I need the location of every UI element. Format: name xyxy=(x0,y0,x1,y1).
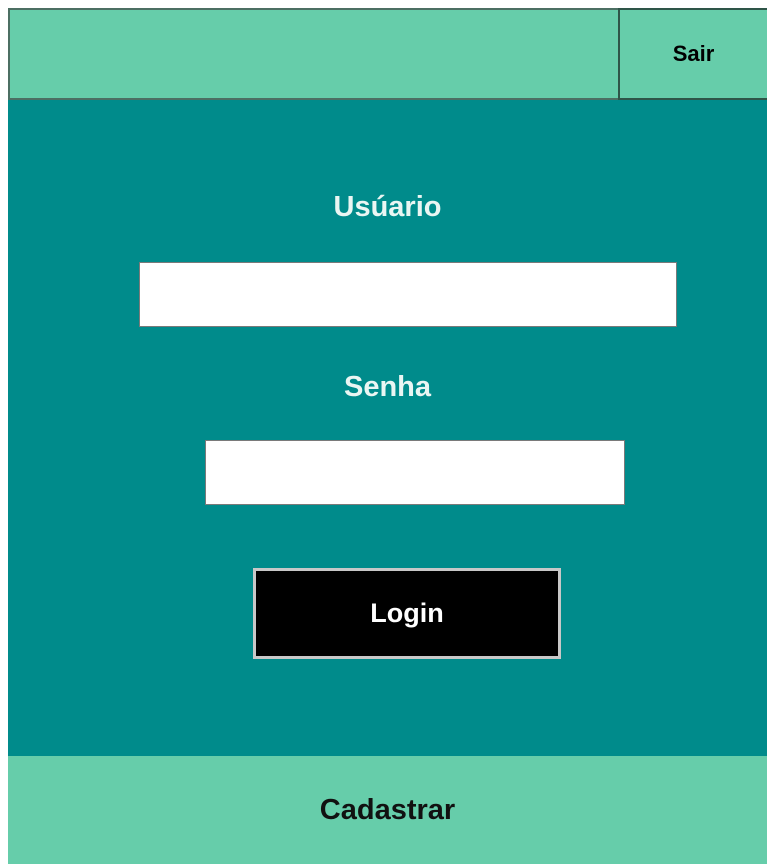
app-window: Sair Usúario Senha Login Cadastrar xyxy=(8,8,767,864)
password-label: Senha xyxy=(343,371,432,403)
password-input[interactable] xyxy=(205,440,625,505)
login-button[interactable]: Login xyxy=(253,568,561,659)
register-button[interactable]: Cadastrar xyxy=(8,756,767,864)
login-panel: Usúario Senha Login xyxy=(8,100,767,756)
username-label: Usúario xyxy=(333,191,442,223)
exit-button[interactable]: Sair xyxy=(618,8,767,100)
username-input[interactable] xyxy=(139,262,677,327)
